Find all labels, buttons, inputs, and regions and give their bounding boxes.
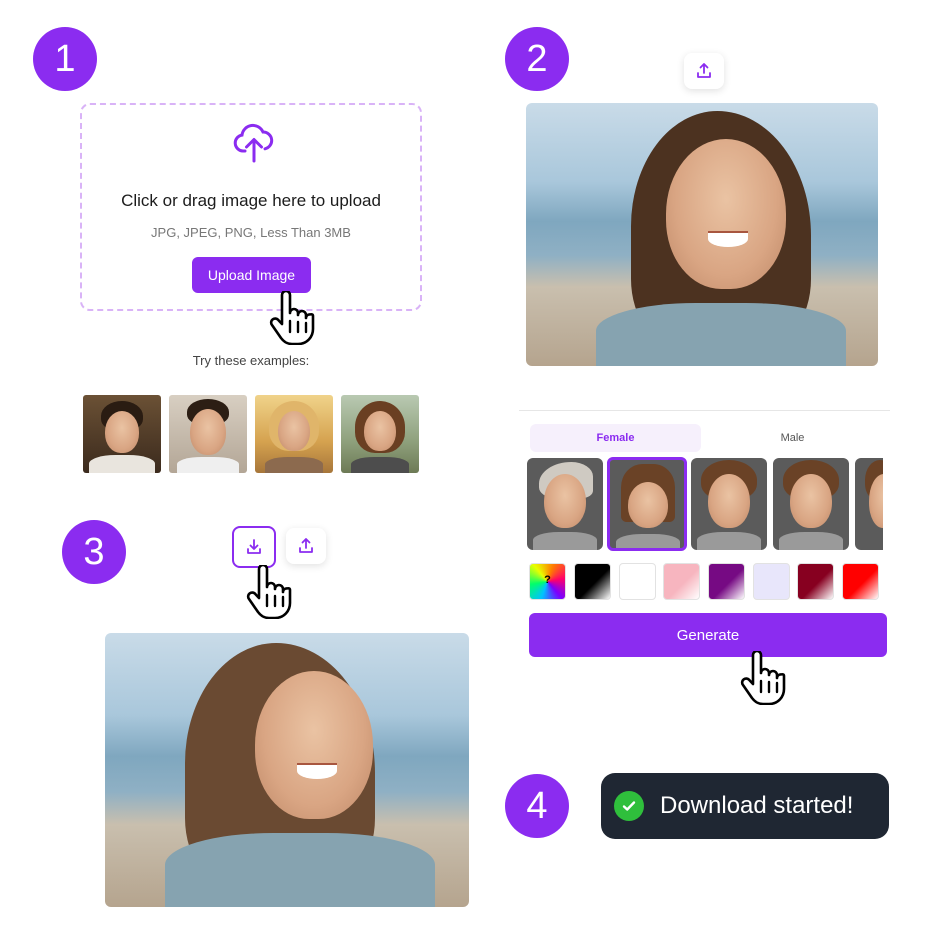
upload-image-button[interactable]: Upload Image <box>192 257 311 293</box>
share-button[interactable] <box>684 53 724 89</box>
example-thumbnail[interactable] <box>255 395 333 473</box>
download-icon <box>247 539 261 554</box>
download-toast: Download started! <box>601 773 889 839</box>
uploaded-photo <box>526 103 878 366</box>
upload-subtitle: JPG, JPEG, PNG, Less Than 3MB <box>151 225 351 240</box>
result-photo <box>105 633 469 907</box>
step-2-badge: 2 <box>505 27 569 91</box>
tab-female[interactable]: Female <box>530 424 701 452</box>
pointer-hand-icon <box>268 291 318 345</box>
step-1-badge: 1 <box>33 27 97 91</box>
color-swatch-purple[interactable] <box>708 563 745 600</box>
example-thumbnail[interactable] <box>83 395 161 473</box>
color-swatch-red[interactable] <box>842 563 879 600</box>
color-swatch-pink[interactable] <box>663 563 700 600</box>
section-divider <box>519 410 890 411</box>
generate-button[interactable]: Generate <box>529 613 887 657</box>
color-swatch-custom[interactable]: ? <box>529 563 566 600</box>
pointer-hand-icon <box>739 651 789 705</box>
hairstyle-option[interactable] <box>691 458 767 550</box>
color-swatch-black[interactable] <box>574 563 611 600</box>
example-thumbnail[interactable] <box>341 395 419 473</box>
color-swatch-lavender[interactable] <box>753 563 790 600</box>
examples-label: Try these examples: <box>192 353 310 368</box>
step-3-badge: 3 <box>62 520 126 584</box>
toast-message: Download started! <box>660 792 854 819</box>
share-button[interactable] <box>286 528 326 564</box>
upload-title: Click or drag image here to upload <box>121 191 381 210</box>
color-swatch-white[interactable] <box>619 563 656 600</box>
upload-dropzone[interactable]: Click or drag image here to upload JPG, … <box>80 103 422 311</box>
share-icon <box>697 63 711 78</box>
pointer-hand-icon <box>245 565 295 619</box>
step-4-badge: 4 <box>505 774 569 838</box>
share-icon <box>299 538 313 553</box>
color-swatch-burgundy[interactable] <box>797 563 834 600</box>
hairstyle-option-selected[interactable] <box>607 457 687 551</box>
download-button[interactable] <box>232 526 276 568</box>
custom-swatch-label: ? <box>544 574 551 586</box>
cloud-upload-icon <box>233 123 274 163</box>
tab-male[interactable]: Male <box>707 424 878 452</box>
hairstyle-option[interactable] <box>855 458 883 550</box>
hairstyle-option[interactable] <box>773 458 849 550</box>
example-thumbnail[interactable] <box>169 395 247 473</box>
hairstyle-option[interactable] <box>527 458 603 550</box>
check-icon <box>614 791 644 821</box>
